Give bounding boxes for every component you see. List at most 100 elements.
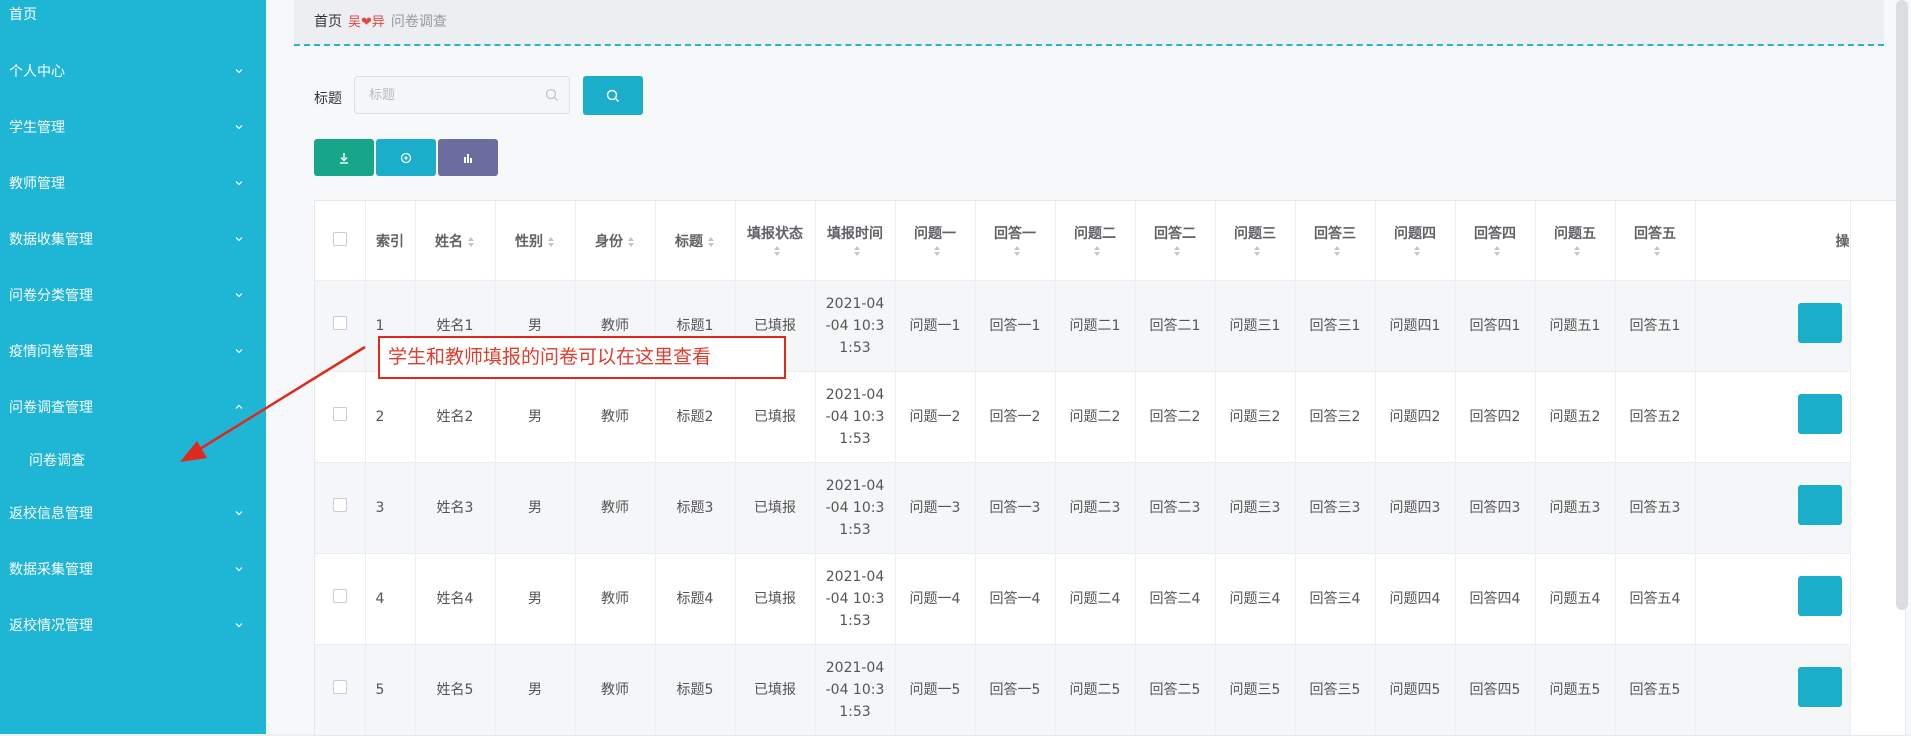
column-header[interactable]: 问题二: [1055, 201, 1136, 281]
column-header[interactable]: 身份: [575, 201, 656, 281]
sort-icon[interactable]: [1493, 245, 1501, 257]
sidebar-item[interactable]: 疫情问卷管理: [0, 331, 266, 371]
table-cell: 教师: [575, 462, 656, 554]
column-header[interactable]: 标题: [655, 201, 736, 281]
table-cell: 回答三1: [1295, 280, 1376, 372]
table-row[interactable]: 2 姓名2 男教师 标题2 已填报 2021-04 -04 10:3 1:53 问题一2 回答…: [315, 371, 1851, 463]
row-checkbox[interactable]: [332, 589, 347, 603]
table-cell: 2: [365, 371, 416, 463]
column-header[interactable]: 填报时间: [815, 201, 896, 281]
table-cell: 回答二3: [1135, 462, 1216, 554]
sort-icon[interactable]: [1093, 245, 1101, 257]
sidebar-item[interactable]: 问卷分类管理: [0, 275, 266, 315]
print-icon: [400, 152, 412, 163]
select-all-checkbox[interactable]: [332, 231, 347, 246]
table-cell: 姓名4: [415, 553, 496, 645]
detail-button[interactable]: [1798, 302, 1842, 343]
table-cell: 问题三5: [1215, 644, 1296, 735]
sidebar-item[interactable]: 数据采集管理: [0, 549, 266, 589]
sidebar-item-label: 问卷调查管理: [9, 400, 93, 416]
column-header[interactable]: 索引: [365, 201, 416, 281]
sort-icon[interactable]: [1013, 245, 1021, 257]
table-cell: 回答五3: [1615, 462, 1696, 554]
sidebar-item[interactable]: 数据收集管理: [0, 219, 266, 259]
sidebar-item[interactable]: 返校信息管理: [0, 493, 266, 533]
search-button[interactable]: [583, 76, 643, 115]
table-row[interactable]: 5 姓名5 男教师 标题5 已填报 2021-04 -04 10:3 1:53 问题一5 回答…: [315, 644, 1851, 735]
sort-icon[interactable]: [1413, 245, 1421, 257]
detail-button[interactable]: [1798, 393, 1842, 434]
search-input[interactable]: [355, 77, 563, 113]
row-checkbox[interactable]: [332, 680, 347, 694]
select-all-cell: [315, 201, 366, 281]
table-cell: 问题一4: [895, 553, 976, 645]
sidebar-item[interactable]: 问卷调查管理: [0, 387, 266, 427]
table-cell: 回答五2: [1615, 371, 1696, 463]
search-label: 标题: [314, 91, 342, 107]
chevron-down-icon: [235, 623, 243, 628]
column-header[interactable]: 性别: [495, 201, 576, 281]
sidebar-item[interactable]: 教师管理: [0, 163, 266, 203]
detail-button[interactable]: [1798, 666, 1842, 707]
table-row[interactable]: 4 姓名4 男教师 标题4 已填报 2021-04 -04 10:3 1:53 问题一4 回答…: [315, 553, 1851, 645]
sort-icon[interactable]: [707, 236, 715, 248]
column-header[interactable]: 问题一: [895, 201, 976, 281]
breadcrumb-home[interactable]: 首页: [314, 14, 342, 30]
column-header[interactable]: 回答三: [1295, 201, 1376, 281]
sidebar-item[interactable]: 学生管理: [0, 107, 266, 147]
sort-icon[interactable]: [853, 245, 861, 257]
table-cell: 问题五3: [1535, 462, 1616, 554]
sidebar-home[interactable]: 首页: [9, 4, 37, 24]
stats-button[interactable]: [438, 139, 498, 176]
table-cell: 已填报: [735, 371, 816, 463]
row-checkbox[interactable]: [332, 316, 347, 330]
table-cell: 问题五4: [1535, 553, 1616, 645]
column-header[interactable]: 问题三: [1215, 201, 1296, 281]
sort-icon[interactable]: [547, 236, 555, 248]
table-cell: 问题五5: [1535, 644, 1616, 735]
sort-icon[interactable]: [933, 245, 941, 257]
sidebar-item[interactable]: 返校情况管理: [0, 605, 266, 645]
table-cell: 姓名3: [415, 462, 496, 554]
row-checkbox[interactable]: [332, 407, 347, 421]
column-header-label: 回答三: [1314, 225, 1356, 242]
column-header-label: 填报状态: [747, 225, 803, 242]
column-header[interactable]: 回答一: [975, 201, 1056, 281]
table-cell: 标题3: [655, 462, 736, 554]
sort-icon[interactable]: [467, 236, 475, 248]
table-row[interactable]: 3 姓名3 男教师 标题3 已填报 2021-04 -04 10:3 1:53 问题一3 回答…: [315, 462, 1851, 554]
chevron-up-icon: [235, 404, 243, 409]
column-header[interactable]: 回答四: [1455, 201, 1536, 281]
sort-icon[interactable]: [1333, 245, 1341, 257]
column-header[interactable]: 姓名: [415, 201, 496, 281]
scrollbar[interactable]: [1896, 0, 1908, 610]
sort-icon[interactable]: [1653, 245, 1661, 257]
column-header-label: 标题: [675, 233, 703, 250]
column-header-label: 操: [1835, 233, 1850, 250]
detail-button[interactable]: [1798, 484, 1842, 525]
column-header[interactable]: 回答五: [1615, 201, 1696, 281]
print-button[interactable]: [376, 139, 436, 176]
column-header[interactable]: 问题四: [1375, 201, 1456, 281]
column-header[interactable]: 填报状态: [735, 201, 816, 281]
sort-icon[interactable]: [1173, 245, 1181, 257]
search-field[interactable]: [354, 76, 570, 114]
detail-button[interactable]: [1798, 575, 1842, 616]
sort-icon[interactable]: [1253, 245, 1261, 257]
sort-icon[interactable]: [773, 245, 781, 257]
sort-icon[interactable]: [1573, 245, 1581, 257]
table-cell: 回答三2: [1295, 371, 1376, 463]
sort-icon[interactable]: [627, 236, 635, 248]
column-header[interactable]: 问题五: [1535, 201, 1616, 281]
table-cell: 回答二5: [1135, 644, 1216, 735]
sidebar-subitem-survey[interactable]: 问卷调查: [29, 450, 85, 470]
sidebar-item[interactable]: 个人中心: [0, 51, 266, 91]
column-header-label: 填报时间: [827, 225, 883, 242]
export-button[interactable]: [314, 139, 374, 176]
column-header[interactable]: 回答二: [1135, 201, 1216, 281]
table-cell: 教师: [575, 371, 656, 463]
column-header-label: 身份: [595, 233, 623, 250]
column-header[interactable]: 操: [1695, 201, 1851, 281]
row-checkbox[interactable]: [332, 498, 347, 512]
table-cell: 姓名2: [415, 371, 496, 463]
